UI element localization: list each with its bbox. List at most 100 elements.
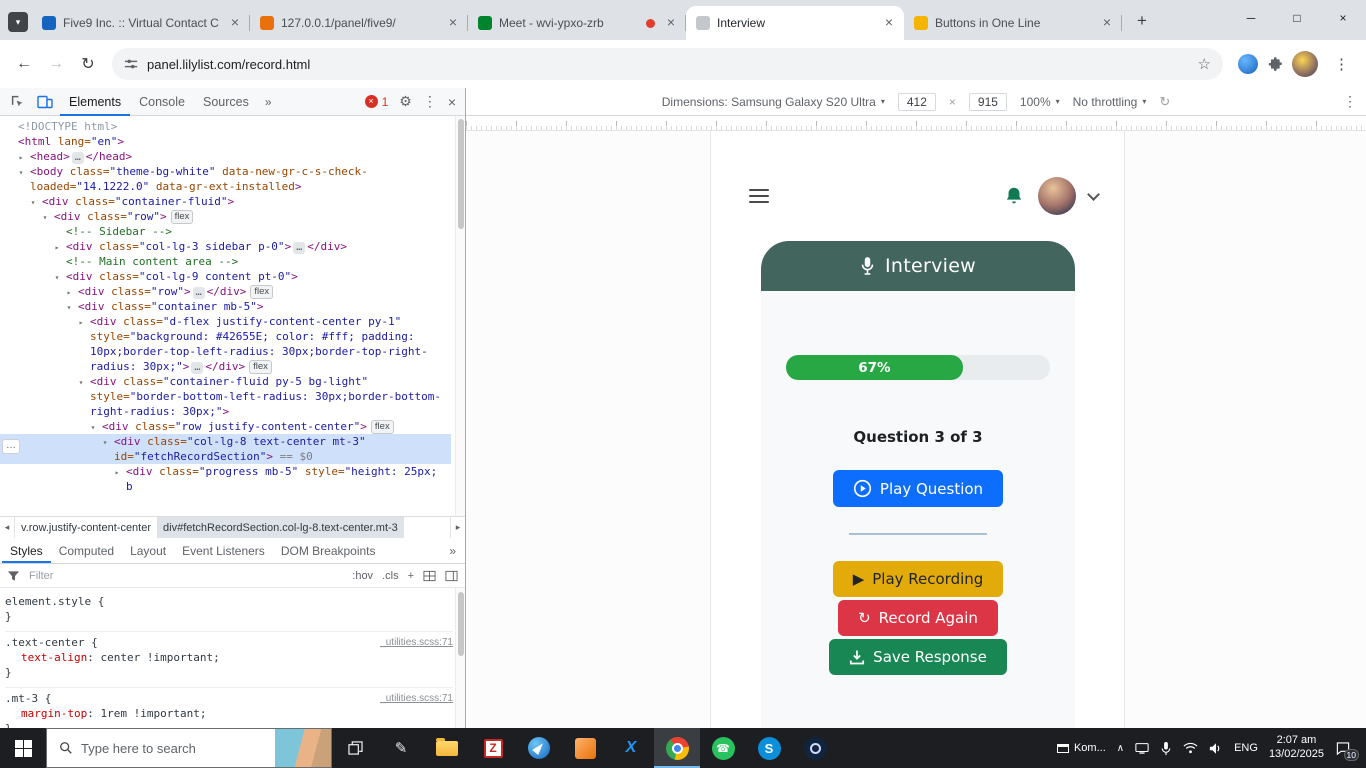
taskbar-app-button[interactable]: ☎ bbox=[700, 728, 746, 768]
devtools-tab-sources[interactable]: Sources bbox=[194, 88, 258, 116]
flex-badge[interactable]: flex bbox=[249, 360, 272, 374]
back-icon[interactable]: ← bbox=[10, 50, 38, 78]
dom-tree-node[interactable]: ▸<head>…</head> bbox=[0, 149, 451, 164]
taskbar-app-button[interactable] bbox=[654, 728, 700, 768]
save-response-button[interactable]: Save Response bbox=[829, 639, 1007, 675]
twisty-icon[interactable]: ▸ bbox=[76, 315, 86, 330]
extensions-puzzle-icon[interactable] bbox=[1267, 56, 1283, 72]
style-property[interactable]: margin-top: 1rem !important; bbox=[5, 706, 453, 721]
rule-selector[interactable]: .text-center { bbox=[5, 636, 98, 649]
more-sidebar-tabs-icon[interactable]: » bbox=[440, 544, 465, 558]
taskbar-app-button[interactable]: S bbox=[746, 728, 792, 768]
notification-bell-icon[interactable] bbox=[1003, 185, 1025, 207]
twisty-icon[interactable]: ▾ bbox=[76, 375, 86, 390]
bookmark-star-icon[interactable]: ☆ bbox=[1192, 55, 1217, 73]
taskbar-clock[interactable]: 2:07 am 13/02/2025 bbox=[1269, 734, 1324, 762]
twisty-icon[interactable]: ▾ bbox=[52, 270, 62, 285]
hover-state-button[interactable]: :hov bbox=[352, 570, 373, 582]
rule-selector[interactable]: .mt-3 { bbox=[5, 692, 51, 705]
chevron-down-icon[interactable] bbox=[1087, 188, 1100, 201]
ellipsis-expander[interactable]: … bbox=[293, 242, 305, 254]
browser-tab[interactable]: Buttons in One Line× bbox=[904, 6, 1122, 40]
flex-badge[interactable]: flex bbox=[371, 420, 394, 434]
settings-gear-icon[interactable]: ⚙ bbox=[399, 93, 412, 110]
taskbar-app-button[interactable]: ✎ bbox=[378, 728, 424, 768]
dom-tree-node[interactable]: ▸<div class="row">…</div>flex bbox=[0, 284, 451, 299]
styles-tab-styles[interactable]: Styles bbox=[2, 538, 51, 563]
ellipsis-expander[interactable]: … bbox=[191, 362, 203, 374]
scrollbar-thumb[interactable] bbox=[458, 119, 464, 229]
styles-tab-dom-breakpoints[interactable]: DOM Breakpoints bbox=[273, 538, 384, 563]
twisty-icon[interactable]: ▾ bbox=[16, 165, 26, 180]
user-avatar[interactable] bbox=[1038, 177, 1076, 215]
twisty-icon[interactable]: ▸ bbox=[112, 465, 122, 480]
devtools-close-icon[interactable]: × bbox=[448, 94, 456, 110]
record-again-button[interactable]: ↻ Record Again bbox=[838, 600, 998, 636]
tab-search-button[interactable]: ▾ bbox=[8, 12, 28, 32]
tray-app-button[interactable]: Kom... bbox=[1057, 742, 1106, 754]
taskbar-app-button[interactable] bbox=[562, 728, 608, 768]
tab-close-icon[interactable]: × bbox=[226, 14, 244, 32]
device-dimensions-select[interactable]: Dimensions: Samsung Galaxy S20 Ultra▾ bbox=[662, 95, 885, 109]
dom-tree-node[interactable]: <html lang="en"> bbox=[0, 134, 451, 149]
twisty-icon[interactable]: ▾ bbox=[100, 435, 110, 450]
microphone-tray-icon[interactable] bbox=[1160, 741, 1172, 756]
device-toolbar-menu-icon[interactable]: ⋮ bbox=[1343, 93, 1357, 110]
browser-tab[interactable]: Five9 Inc. :: Virtual Contact C× bbox=[32, 6, 250, 40]
more-panels-icon[interactable]: » bbox=[260, 95, 277, 109]
twisty-icon[interactable]: ▾ bbox=[64, 300, 74, 315]
dom-tree-node[interactable]: ▾<div class="row">flex bbox=[0, 209, 451, 224]
tray-expand-icon[interactable]: ∧ bbox=[1117, 743, 1124, 754]
styles-tab-layout[interactable]: Layout bbox=[122, 538, 174, 563]
breadcrumb-item[interactable]: v.row.justify-content-center bbox=[15, 517, 157, 538]
devtools-menu-icon[interactable]: ⋮ bbox=[423, 93, 437, 110]
tab-close-icon[interactable]: × bbox=[880, 14, 898, 32]
browser-tab[interactable]: Interview× bbox=[686, 6, 904, 40]
new-tab-button[interactable]: + bbox=[1128, 7, 1156, 35]
dom-tree-node[interactable]: <!DOCTYPE html> bbox=[0, 119, 451, 134]
tab-close-icon[interactable]: × bbox=[1098, 14, 1116, 32]
volume-icon[interactable] bbox=[1209, 742, 1223, 755]
hamburger-menu-icon[interactable] bbox=[749, 185, 769, 207]
taskbar-app-button[interactable] bbox=[424, 728, 470, 768]
site-info-icon[interactable] bbox=[124, 57, 138, 71]
error-badge[interactable]: ×1 bbox=[365, 95, 389, 109]
stylesheet-link[interactable]: _utilities.scss:71 bbox=[380, 635, 453, 650]
taskbar-app-button[interactable]: Z bbox=[470, 728, 516, 768]
dom-tree-node[interactable]: ▾<div class="row justify-content-center"… bbox=[0, 419, 451, 434]
breadcrumb-item[interactable]: div#fetchRecordSection.col-lg-8.text-cen… bbox=[157, 517, 404, 538]
browser-menu-icon[interactable]: ⋮ bbox=[1327, 55, 1356, 73]
dom-tree-node[interactable]: ▸<div class="progress mb-5" style="heigh… bbox=[0, 464, 451, 494]
language-indicator[interactable]: ENG bbox=[1234, 742, 1258, 754]
dom-tree-node[interactable]: ▾<div class="container-fluid py-5 bg-lig… bbox=[0, 374, 451, 419]
device-width-input[interactable]: 412 bbox=[898, 93, 936, 111]
taskbar-app-button[interactable]: X bbox=[608, 728, 654, 768]
twisty-icon[interactable]: ▸ bbox=[52, 240, 62, 255]
twisty-icon[interactable]: ▸ bbox=[64, 285, 74, 300]
play-question-button[interactable]: Play Question bbox=[833, 470, 1003, 507]
new-style-rule-button[interactable]: + bbox=[408, 570, 414, 582]
url-omnibox[interactable]: panel.lilylist.com/record.html ☆ bbox=[112, 48, 1223, 80]
zoom-select[interactable]: 100%▾ bbox=[1020, 95, 1060, 109]
tab-close-icon[interactable]: × bbox=[662, 14, 680, 32]
close-window-button[interactable]: × bbox=[1320, 0, 1366, 36]
styles-tab-computed[interactable]: Computed bbox=[51, 538, 122, 563]
taskbar-search[interactable]: Type here to search bbox=[46, 728, 332, 768]
flex-badge[interactable]: flex bbox=[171, 210, 194, 224]
dom-tree-node[interactable]: ▾<div class="col-lg-8 text-center mt-3" … bbox=[0, 434, 451, 464]
styles-tab-event-listeners[interactable]: Event Listeners bbox=[174, 538, 273, 563]
scrollbar-thumb[interactable] bbox=[458, 592, 464, 656]
devtools-tab-elements[interactable]: Elements bbox=[60, 88, 130, 116]
style-property[interactable]: text-align: center !important; bbox=[5, 650, 453, 665]
ellipsis-expander[interactable]: … bbox=[193, 287, 205, 299]
styles-scrollbar[interactable] bbox=[455, 588, 465, 728]
twisty-icon[interactable]: ▾ bbox=[40, 210, 50, 225]
start-button[interactable] bbox=[0, 728, 46, 768]
minimize-button[interactable]: ─ bbox=[1228, 0, 1274, 36]
twisty-icon[interactable]: ▾ bbox=[28, 195, 38, 210]
throttling-select[interactable]: No throttling▾ bbox=[1073, 95, 1147, 109]
twisty-icon[interactable]: ▾ bbox=[88, 420, 98, 435]
play-recording-button[interactable]: ▶ Play Recording bbox=[833, 561, 1004, 597]
dom-tree-node[interactable]: ▾<div class="col-lg-9 content pt-0"> bbox=[0, 269, 451, 284]
search-highlight-image[interactable] bbox=[275, 729, 331, 767]
